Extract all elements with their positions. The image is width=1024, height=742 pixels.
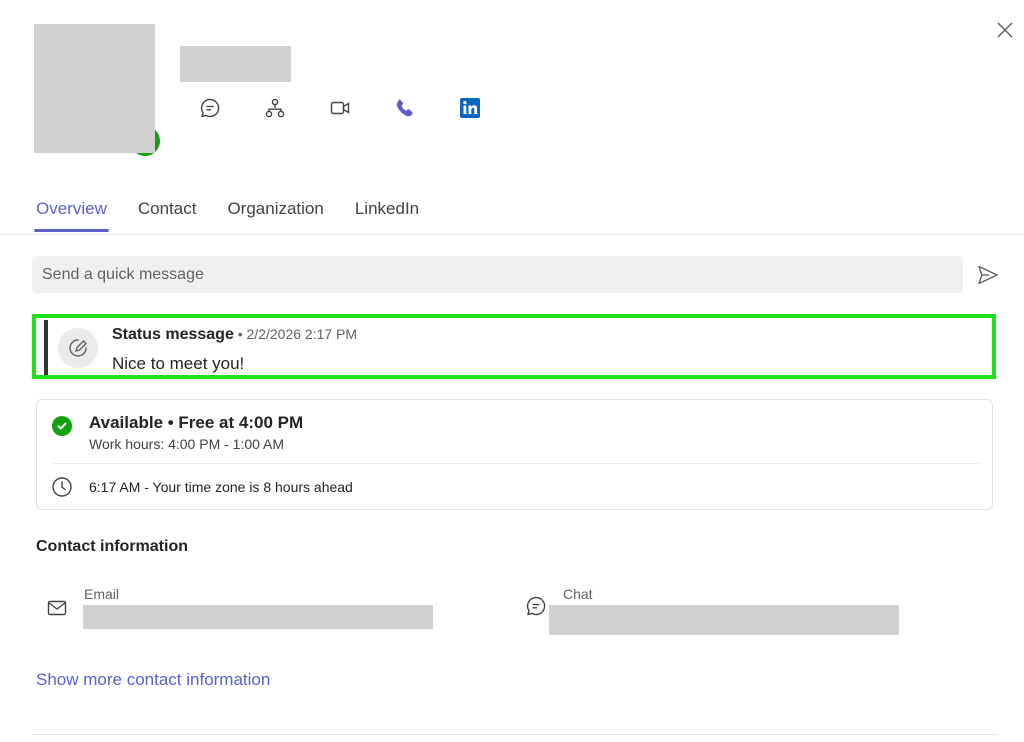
contact-info-heading: Contact information	[36, 538, 188, 555]
status-accent-bar	[44, 320, 48, 375]
chat-icon	[525, 595, 547, 617]
availability-status: Available • Free at 4:00 PM	[89, 413, 304, 432]
status-message-header: Status message • 2/2/2026 2:17 PM	[112, 326, 357, 344]
avatar	[34, 24, 160, 156]
status-separator: •	[233, 326, 247, 342]
send-icon	[978, 265, 998, 285]
send-button[interactable]	[975, 262, 1001, 288]
bottom-divider	[32, 734, 998, 735]
tabs-divider	[0, 234, 1024, 235]
status-message-card: Status message • 2/2/2026 2:17 PM Nice t…	[32, 314, 996, 379]
profile-tabs: Overview Contact Organization LinkedIn	[34, 192, 448, 236]
chat-icon[interactable]	[195, 93, 225, 123]
close-icon	[997, 22, 1013, 38]
chat-value-redacted[interactable]	[549, 605, 899, 635]
email-value-redacted[interactable]	[83, 605, 433, 629]
available-check-icon	[52, 416, 72, 436]
work-hours: Work hours: 4:00 PM - 1:00 AM	[89, 436, 285, 452]
profile-actions	[195, 93, 485, 123]
mail-icon	[46, 597, 68, 619]
linkedin-icon[interactable]	[455, 93, 485, 123]
availability-card: Available • Free at 4:00 PM Work hours: …	[36, 399, 993, 510]
local-time: 6:17 AM - Your time zone is 8 hours ahea…	[89, 479, 353, 495]
clock-icon	[51, 476, 73, 498]
chat-label: Chat	[563, 586, 593, 602]
status-message-title: Status message	[112, 326, 234, 343]
tab-linkedin[interactable]: LinkedIn	[353, 192, 421, 229]
avatar-image-redacted	[34, 24, 155, 153]
tab-overview[interactable]: Overview	[34, 192, 109, 232]
status-icon-badge	[58, 328, 98, 368]
availability-divider	[52, 463, 979, 464]
phone-icon[interactable]	[390, 93, 420, 123]
quick-message-input[interactable]	[32, 256, 963, 293]
close-button[interactable]	[992, 17, 1018, 43]
email-label: Email	[84, 586, 120, 602]
status-message-text: Nice to meet you!	[112, 354, 245, 373]
show-more-contact-link[interactable]: Show more contact information	[36, 670, 270, 690]
video-camera-icon[interactable]	[325, 93, 355, 123]
display-name-redacted	[180, 46, 291, 82]
status-edit-icon	[69, 339, 87, 357]
status-timestamp: 2/2/2026 2:17 PM	[246, 326, 358, 342]
org-chart-icon[interactable]	[260, 93, 290, 123]
tab-organization[interactable]: Organization	[225, 192, 325, 229]
tab-contact[interactable]: Contact	[136, 192, 199, 229]
